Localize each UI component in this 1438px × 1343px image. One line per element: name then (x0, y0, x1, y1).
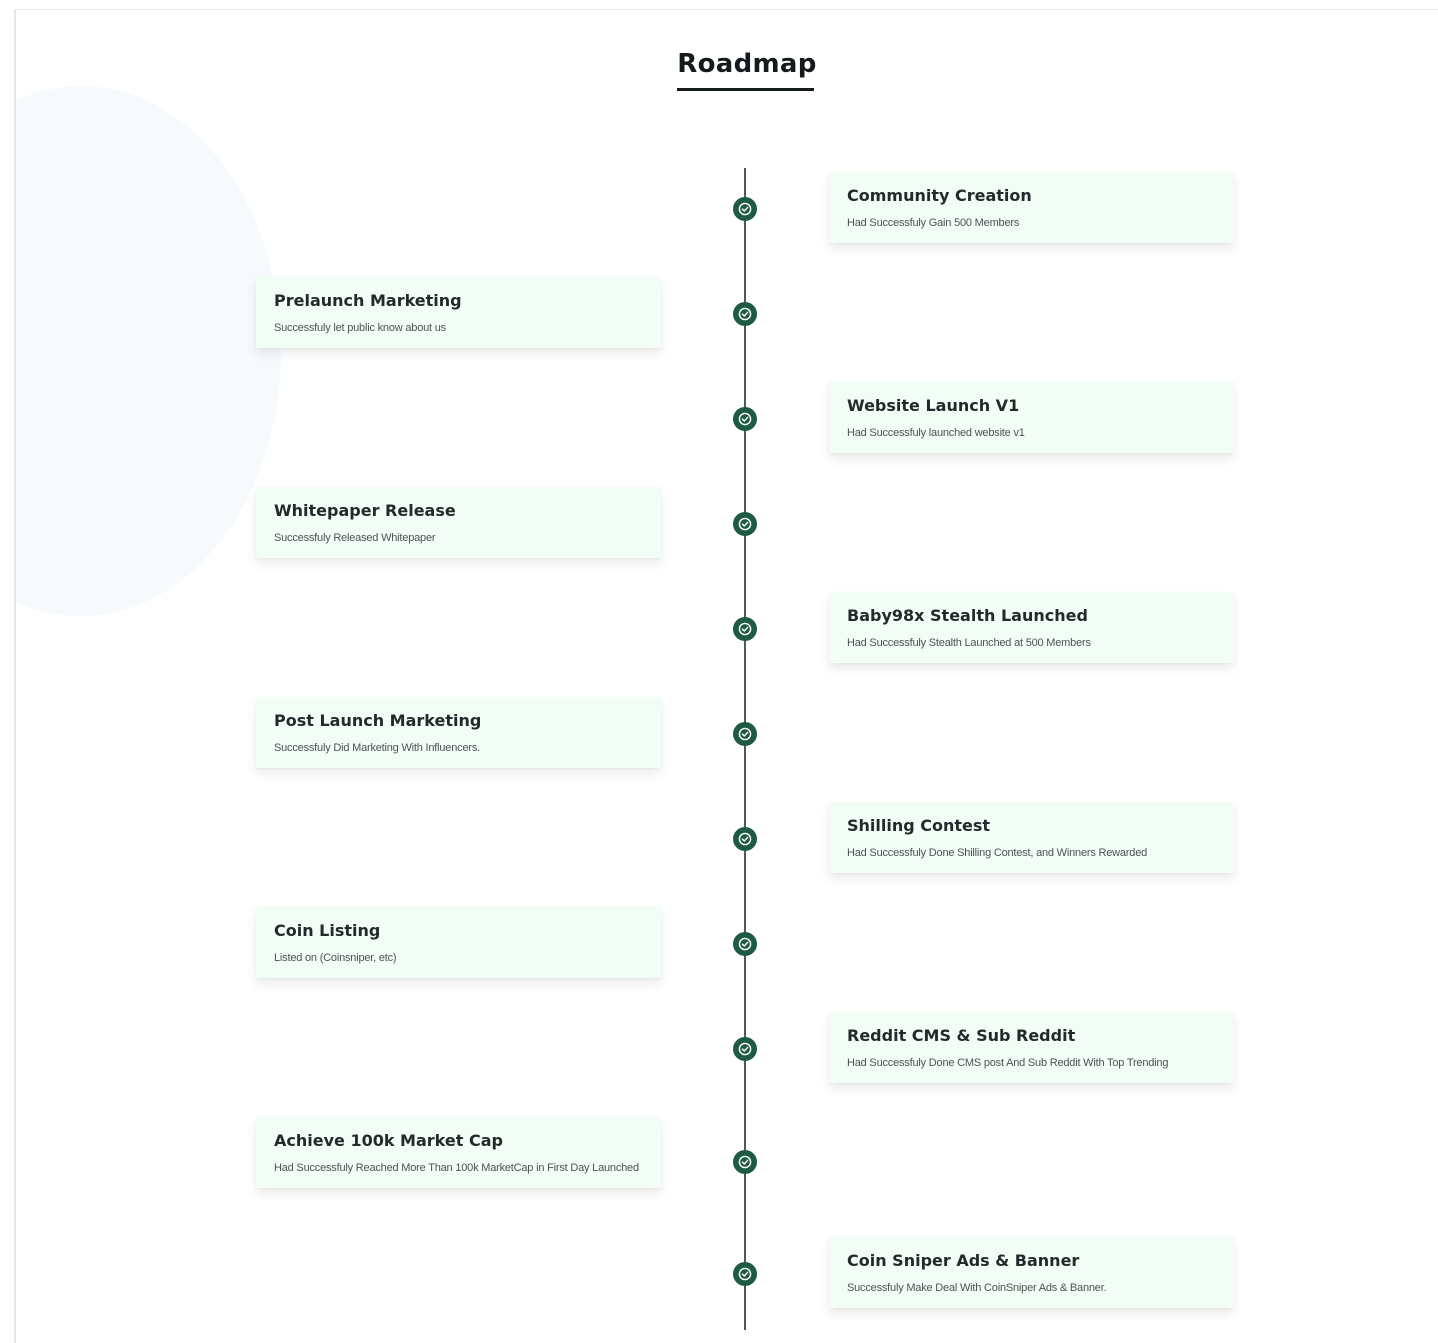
check-circle-icon (738, 307, 752, 321)
milestone-node-5 (733, 722, 757, 746)
milestone-card-10: Coin Sniper Ads & Banner Successfuly Mak… (829, 1237, 1234, 1308)
milestone-description: Successfuly Released Whitepaper (274, 532, 436, 544)
title-underline (677, 88, 814, 91)
milestone-card-4: Baby98x Stealth Launched Had Successfuly… (829, 592, 1234, 663)
milestone-description: Successfuly Make Deal With CoinSniper Ad… (847, 1282, 1107, 1294)
page-title: Roadmap (677, 49, 817, 79)
check-circle-icon (738, 622, 752, 636)
milestone-card-9: Achieve 100k Market Cap Had Successfuly … (256, 1117, 661, 1188)
milestone-node-6 (733, 827, 757, 851)
milestone-description: Had Successfuly Done Shilling Contest, a… (847, 847, 1148, 859)
milestone-title: Shilling Contest (847, 816, 991, 835)
milestone-description: Had Successfuly Stealth Launched at 500 … (847, 637, 1091, 649)
milestone-card-7: Coin Listing Listed on (Coinsniper, etc) (256, 907, 661, 978)
milestone-title: Community Creation (847, 186, 1032, 205)
milestone-title: Prelaunch Marketing (274, 291, 462, 310)
milestone-node-4 (733, 617, 757, 641)
check-circle-icon (738, 1042, 752, 1056)
milestone-title: Whitepaper Release (274, 501, 456, 520)
check-circle-icon (738, 937, 752, 951)
milestone-title: Website Launch V1 (847, 396, 1020, 415)
milestone-title: Coin Sniper Ads & Banner (847, 1251, 1080, 1270)
milestone-description: Had Successfuly Reached More Than 100k M… (274, 1162, 639, 1174)
milestone-card-0: Community Creation Had Successfuly Gain … (829, 172, 1234, 243)
milestone-title: Reddit CMS & Sub Reddit (847, 1026, 1076, 1045)
milestone-node-2 (733, 407, 757, 431)
milestone-description: Had Successfuly launched website v1 (847, 427, 1025, 439)
check-circle-icon (738, 832, 752, 846)
roadmap-section: Roadmap Community Creation Had Successfu… (14, 9, 1438, 1343)
milestone-card-5: Post Launch Marketing Successfuly Did Ma… (256, 697, 661, 768)
milestone-node-0 (733, 197, 757, 221)
milestone-card-6: Shilling Contest Had Successfuly Done Sh… (829, 802, 1234, 873)
milestone-node-1 (733, 302, 757, 326)
milestone-node-3 (733, 512, 757, 536)
check-circle-icon (738, 202, 752, 216)
milestone-description: Listed on (Coinsniper, etc) (274, 952, 397, 964)
milestone-node-7 (733, 932, 757, 956)
milestone-node-9 (733, 1150, 757, 1174)
milestone-title: Achieve 100k Market Cap (274, 1131, 503, 1150)
milestone-title: Baby98x Stealth Launched (847, 606, 1088, 625)
check-circle-icon (738, 412, 752, 426)
milestone-title: Post Launch Marketing (274, 711, 482, 730)
check-circle-icon (738, 517, 752, 531)
check-circle-icon (738, 1155, 752, 1169)
milestone-card-2: Website Launch V1 Had Successfuly launch… (829, 382, 1234, 453)
check-circle-icon (738, 1267, 752, 1281)
milestone-node-8 (733, 1037, 757, 1061)
check-circle-icon (738, 727, 752, 741)
milestone-description: Had Successfuly Done CMS post And Sub Re… (847, 1057, 1169, 1069)
background-decoration (16, 86, 281, 616)
milestone-node-10 (733, 1262, 757, 1286)
milestone-card-3: Whitepaper Release Successfuly Released … (256, 487, 661, 558)
milestone-card-8: Reddit CMS & Sub Reddit Had Successfuly … (829, 1012, 1234, 1083)
milestone-description: Had Successfuly Gain 500 Members (847, 217, 1020, 229)
milestone-title: Coin Listing (274, 921, 381, 940)
milestone-description: Successfuly let public know about us (274, 322, 446, 334)
milestone-description: Successfuly Did Marketing With Influence… (274, 742, 480, 754)
milestone-card-1: Prelaunch Marketing Successfuly let publ… (256, 277, 661, 348)
